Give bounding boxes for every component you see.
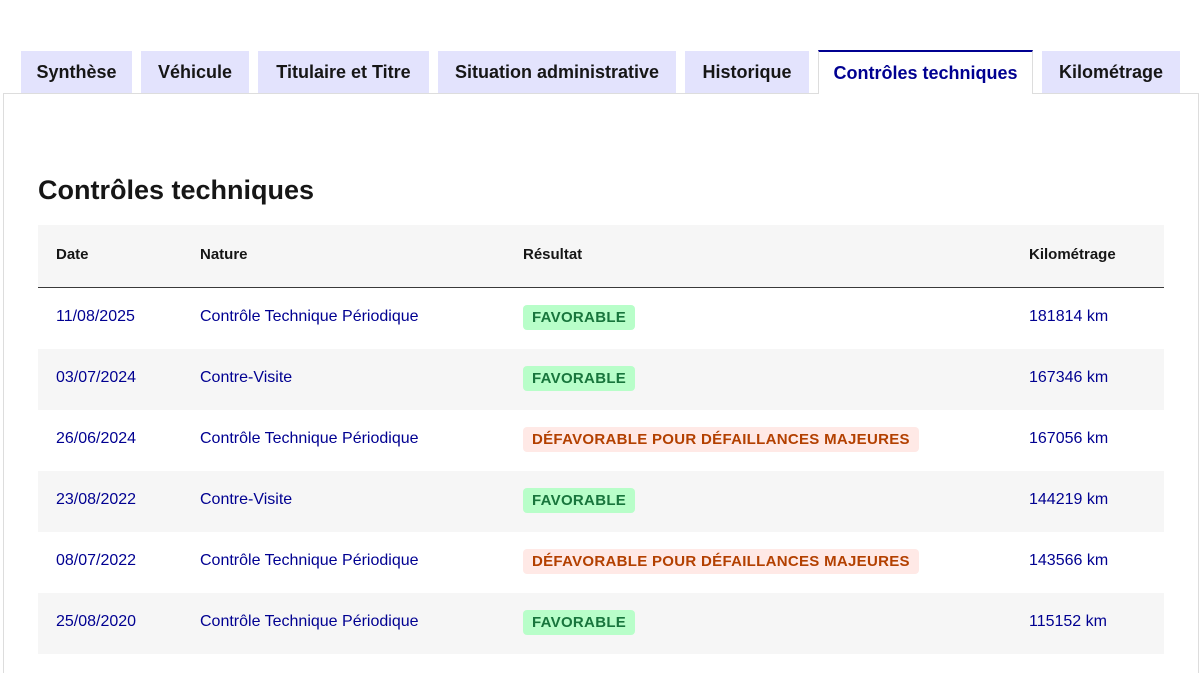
tab-synthese[interactable]: Synthèse	[21, 51, 132, 93]
header-nature: Nature	[200, 246, 248, 263]
cell-kilometrage: 144219 km	[1029, 491, 1109, 508]
cell-nature: Contre-Visite	[200, 369, 293, 386]
tab-controles-techniques[interactable]: Contrôles techniques	[818, 50, 1033, 94]
status-badge: FAVORABLE	[523, 610, 636, 635]
header-result: Résultat	[523, 246, 583, 263]
cell-date: 11/08/2025	[56, 308, 135, 325]
header-kilometrage: Kilométrage	[1029, 246, 1116, 263]
cell-kilometrage: 143566 km	[1029, 552, 1109, 569]
cell-date: 23/08/2022	[56, 491, 137, 508]
table-row: 03/07/2024 Contre-Visite FAVORABLE 16734…	[38, 349, 1164, 410]
cell-nature: Contrôle Technique Périodique	[200, 552, 419, 569]
cell-nature: Contrôle Technique Périodique	[200, 308, 419, 325]
status-badge: FAVORABLE	[523, 305, 636, 330]
table-row: 08/07/2022 Contrôle Technique Périodique…	[38, 532, 1164, 593]
cell-kilometrage: 115152 km	[1029, 613, 1107, 630]
cell-nature: Contrôle Technique Périodique	[200, 430, 419, 447]
table-row: 25/08/2020 Contrôle Technique Périodique…	[38, 593, 1164, 654]
table-row: 26/06/2024 Contrôle Technique Périodique…	[38, 410, 1164, 471]
cell-date: 03/07/2024	[56, 369, 137, 386]
table-row: 23/08/2022 Contre-Visite FAVORABLE 14421…	[38, 471, 1164, 532]
tab-situation-administrative[interactable]: Situation administrative	[438, 51, 676, 93]
status-badge: DÉFAVORABLE POUR DÉFAILLANCES MAJEURES	[523, 549, 919, 574]
cell-kilometrage: 167056 km	[1029, 430, 1109, 447]
tab-historique[interactable]: Historique	[685, 51, 809, 93]
tab-kilometrage[interactable]: Kilométrage	[1042, 51, 1180, 93]
tab-vehicule[interactable]: Véhicule	[141, 51, 249, 93]
cell-date: 08/07/2022	[56, 552, 137, 569]
table-row: 11/08/2025 Contrôle Technique Périodique…	[38, 288, 1164, 349]
cell-nature: Contre-Visite	[200, 491, 293, 508]
header-date: Date	[56, 246, 89, 263]
table-header: Date Nature Résultat Kilométrage	[38, 225, 1164, 288]
cell-kilometrage: 167346 km	[1029, 369, 1109, 386]
section-title: Contrôles techniques	[38, 175, 315, 205]
status-badge: FAVORABLE	[523, 488, 636, 513]
cell-date: 26/06/2024	[56, 430, 137, 447]
cell-nature: Contrôle Technique Périodique	[200, 613, 419, 630]
status-badge: DÉFAVORABLE POUR DÉFAILLANCES MAJEURES	[523, 427, 919, 452]
tab-titulaire-et-titre[interactable]: Titulaire et Titre	[258, 51, 429, 93]
tab-bar: Synthèse Véhicule Titulaire et Titre Sit…	[0, 0, 1200, 94]
cell-date: 25/08/2020	[56, 613, 137, 630]
controles-table: Date Nature Résultat Kilométrage 11/08/2…	[38, 225, 1164, 654]
status-badge: FAVORABLE	[523, 366, 636, 391]
cell-kilometrage: 181814 km	[1029, 308, 1109, 325]
